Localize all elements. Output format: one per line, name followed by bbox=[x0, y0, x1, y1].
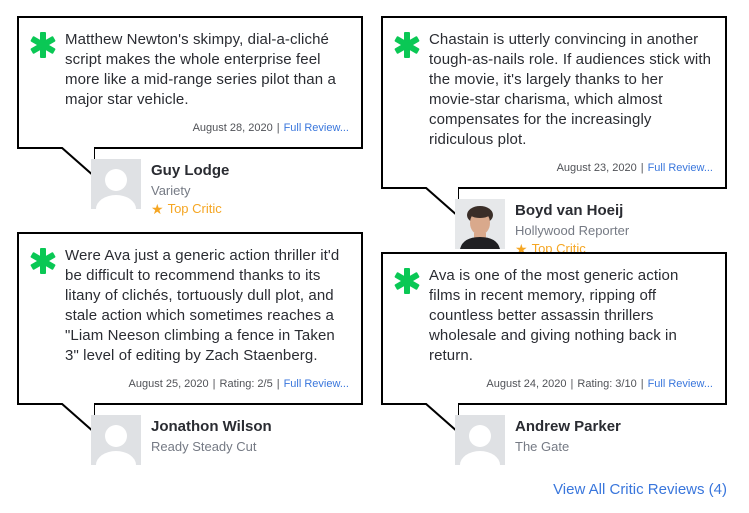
rotten-splat-icon bbox=[30, 248, 56, 274]
rotten-splat-icon bbox=[30, 32, 56, 58]
critic-details: Boyd van Hoeij Hollywood Reporter ★ Top C… bbox=[515, 199, 629, 258]
avatar[interactable] bbox=[455, 415, 505, 465]
bubble-tail bbox=[61, 403, 95, 433]
avatar-placeholder-icon bbox=[91, 159, 141, 209]
review-quote: Were Ava just a generic action thriller … bbox=[65, 247, 340, 364]
critic-details: Jonathon Wilson Ready Steady Cut bbox=[151, 415, 272, 456]
review-card: Ava is one of the most generic action fi… bbox=[381, 252, 727, 465]
critic-details: Guy Lodge Variety ★ Top Critic bbox=[151, 159, 229, 218]
review-bubble: Matthew Newton's skimpy, dial-a-cliché s… bbox=[17, 16, 363, 177]
review-meta: August 25, 2020 | Rating: 2/5 | Full Review.… bbox=[65, 377, 349, 391]
critic-publication[interactable]: Variety bbox=[151, 182, 229, 200]
review-rating: Rating: 3/10 bbox=[577, 378, 637, 390]
review-quote: Matthew Newton's skimpy, dial-a-cliché s… bbox=[65, 31, 336, 108]
critic-publication[interactable]: Hollywood Reporter bbox=[515, 222, 629, 240]
review-date: August 24, 2020 bbox=[486, 378, 567, 390]
separator: | bbox=[212, 378, 216, 390]
full-review-link[interactable]: Full Review... bbox=[648, 162, 713, 174]
top-critic-badge: ★ Top Critic bbox=[151, 200, 229, 218]
critic-publication[interactable]: The Gate bbox=[515, 438, 621, 456]
critic-name[interactable]: Boyd van Hoeij bbox=[515, 201, 629, 221]
critic-name[interactable]: Jonathon Wilson bbox=[151, 417, 272, 437]
separator: | bbox=[640, 378, 644, 390]
critic-publication[interactable]: Ready Steady Cut bbox=[151, 438, 272, 456]
rotten-splat-icon bbox=[394, 32, 420, 58]
review-card: Chastain is utterly convincing in anothe… bbox=[381, 16, 727, 258]
star-icon: ★ bbox=[151, 201, 164, 217]
top-critic-label: Top Critic bbox=[167, 201, 222, 216]
separator: | bbox=[640, 162, 644, 174]
critic-photo-icon bbox=[455, 199, 505, 249]
critic-details: Andrew Parker The Gate bbox=[515, 415, 621, 456]
review-bubble: Chastain is utterly convincing in anothe… bbox=[381, 16, 727, 217]
separator: | bbox=[276, 122, 280, 134]
avatar[interactable] bbox=[455, 199, 505, 249]
full-review-link[interactable]: Full Review... bbox=[284, 378, 349, 390]
review-meta: August 23, 2020 | Full Review... bbox=[429, 161, 713, 175]
full-review-link[interactable]: Full Review... bbox=[284, 122, 349, 134]
critic-name[interactable]: Andrew Parker bbox=[515, 417, 621, 437]
review-card: Were Ava just a generic action thriller … bbox=[17, 232, 363, 465]
avatar[interactable] bbox=[91, 415, 141, 465]
full-review-link[interactable]: Full Review... bbox=[648, 378, 713, 390]
review-quote: Chastain is utterly convincing in anothe… bbox=[429, 31, 712, 148]
review-bubble: Ava is one of the most generic action fi… bbox=[381, 252, 727, 433]
view-all-critic-reviews-link[interactable]: View All Critic Reviews (4) bbox=[553, 481, 727, 498]
review-rating: Rating: 2/5 bbox=[219, 378, 273, 390]
bubble-tail bbox=[425, 403, 459, 433]
avatar-placeholder-icon bbox=[455, 415, 505, 465]
bubble-tail bbox=[61, 147, 95, 177]
review-date: August 23, 2020 bbox=[556, 162, 637, 174]
avatar-placeholder-icon bbox=[91, 415, 141, 465]
separator: | bbox=[276, 378, 280, 390]
review-bubble: Were Ava just a generic action thriller … bbox=[17, 232, 363, 433]
review-meta: August 28, 2020 | Full Review... bbox=[65, 121, 349, 135]
bubble-tail bbox=[425, 187, 459, 217]
review-meta: August 24, 2020 | Rating: 3/10 | Full Review… bbox=[429, 377, 713, 391]
critic-name[interactable]: Guy Lodge bbox=[151, 161, 229, 181]
review-card: Matthew Newton's skimpy, dial-a-cliché s… bbox=[17, 16, 363, 218]
separator: | bbox=[570, 378, 574, 390]
review-date: August 25, 2020 bbox=[128, 378, 209, 390]
review-date: August 28, 2020 bbox=[192, 122, 273, 134]
rotten-splat-icon bbox=[394, 268, 420, 294]
avatar[interactable] bbox=[91, 159, 141, 209]
review-quote: Ava is one of the most generic action fi… bbox=[429, 267, 679, 364]
